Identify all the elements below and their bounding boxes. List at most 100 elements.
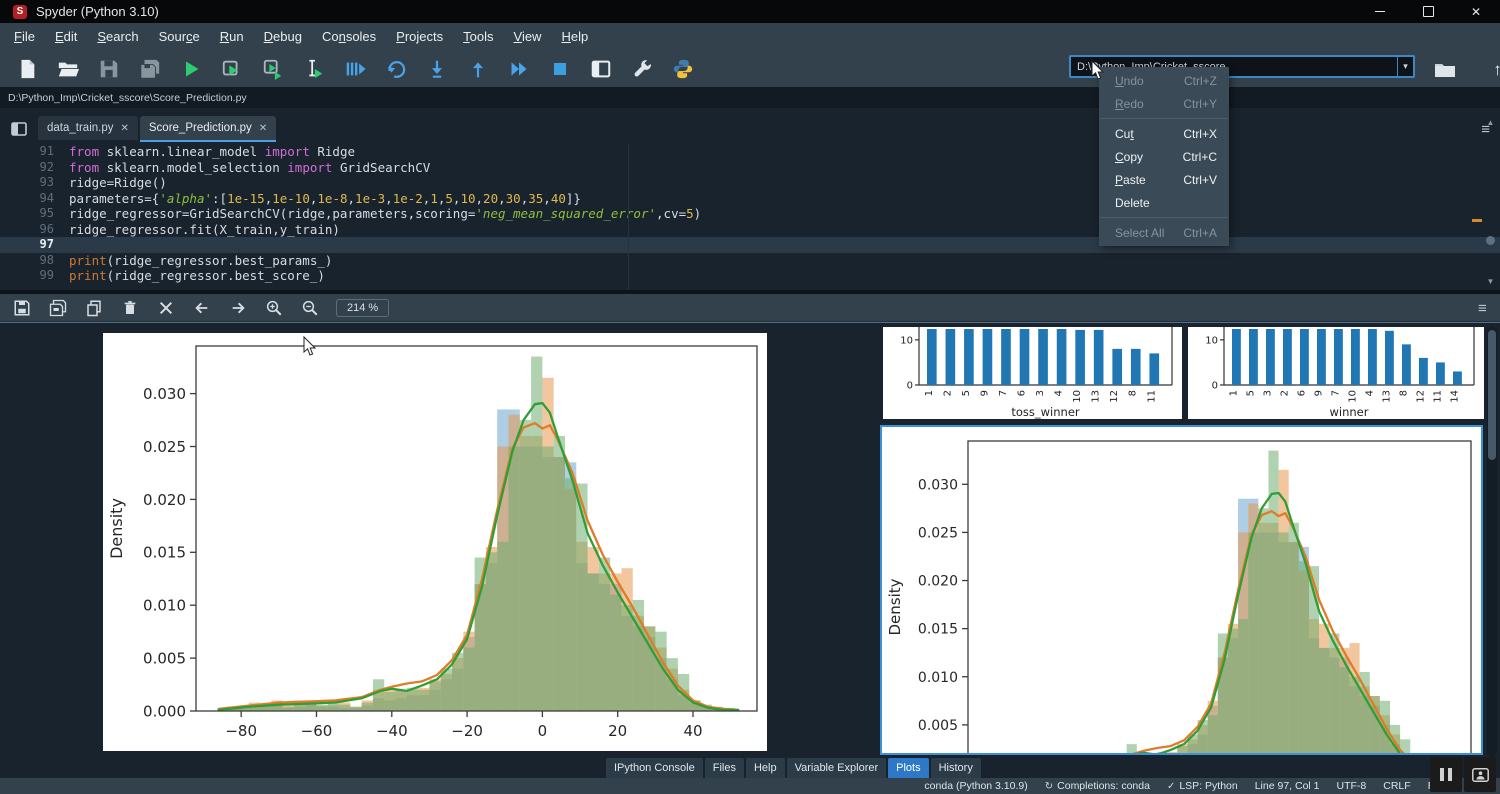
code-line-92[interactable]: 92from sklearn.model_selection import Gr…	[0, 160, 1500, 176]
status-line-97-col-1: Line 97, Col 1	[1255, 780, 1320, 792]
chevron-down-icon[interactable]: ▾	[1397, 57, 1413, 76]
menu-source[interactable]: Source	[149, 26, 210, 47]
step-out-button[interactable]	[461, 54, 494, 84]
scroll-up-icon[interactable]: ▲	[1484, 118, 1497, 127]
pane-tab-ipython-console[interactable]: IPython Console	[606, 758, 703, 778]
line-number: 92	[0, 160, 54, 176]
line-number: 98	[0, 253, 54, 269]
density-chart-svg: 0.0000.0050.0100.0150.0200.0250.030−80−6…	[882, 427, 1481, 755]
new-file-button[interactable]	[10, 54, 43, 84]
menu-projects[interactable]: Projects	[386, 26, 453, 47]
previous-plot-button[interactable]	[187, 296, 217, 320]
context-menu-item-paste[interactable]: PasteCtrl+V	[1099, 168, 1229, 191]
menu-item-shortcut: Ctrl+C	[1165, 150, 1217, 164]
code-editor[interactable]: 91from sklearn.linear_model import Ridge…	[0, 144, 1500, 290]
svg-text:6: 6	[1296, 390, 1307, 396]
next-plot-button[interactable]	[223, 296, 253, 320]
preferences-icon	[631, 58, 653, 80]
stop-debug-button[interactable]	[543, 54, 576, 84]
menu-search[interactable]: Search	[87, 26, 148, 47]
browse-working-directory-button[interactable]	[1428, 55, 1461, 85]
continue-execution-button[interactable]	[502, 54, 535, 84]
open-file-button[interactable]	[51, 54, 84, 84]
zoom-out-button[interactable]	[295, 296, 325, 320]
zoom-in-button[interactable]	[259, 296, 289, 320]
plot-thumbnail-toss-winner[interactable]: 01012597634101312811toss_winner	[883, 327, 1182, 419]
svg-text:9: 9	[979, 390, 990, 396]
tab-close-icon[interactable]: ✕	[121, 123, 129, 134]
code-line-98[interactable]: 98print(ridge_regressor.best_params_)	[0, 253, 1500, 269]
menu-run[interactable]: Run	[210, 26, 254, 47]
context-menu-item-copy[interactable]: CopyCtrl+C	[1099, 145, 1229, 168]
run-selection-button[interactable]	[297, 54, 330, 84]
menu-help[interactable]: Help	[551, 26, 598, 47]
code-line-96[interactable]: 96ridge_regressor.fit(X_train,y_train)	[0, 222, 1500, 238]
parent-directory-button[interactable]: ↑	[1481, 55, 1500, 85]
save-all-button[interactable]	[133, 54, 166, 84]
code-line-99[interactable]: 99print(ridge_regressor.best_score_)	[0, 268, 1500, 284]
menu-edit[interactable]: Edit	[45, 26, 87, 47]
plot-thumbnail-density-selected[interactable]: 0.0000.0050.0100.0150.0200.0250.030−80−6…	[880, 425, 1483, 755]
line-number: 95	[0, 206, 54, 222]
run-current-line-button[interactable]	[379, 54, 412, 84]
maximize-button[interactable]	[1404, 0, 1452, 23]
run-cell-button[interactable]	[215, 54, 248, 84]
svg-text:0.005: 0.005	[143, 650, 186, 668]
scroll-down-icon[interactable]: ▼	[1484, 277, 1497, 286]
plots-scrollbar[interactable]	[1487, 327, 1497, 757]
python-path-manager-button[interactable]	[666, 54, 699, 84]
code-line-93[interactable]: 93ridge=Ridge()	[0, 175, 1500, 191]
plots-scrollbar-thumb[interactable]	[1488, 330, 1496, 460]
save-all-plots-button[interactable]	[43, 296, 73, 320]
editor-scrollbar[interactable]: ▲ ▼	[1484, 118, 1497, 286]
status-utf-8: UTF-8	[1337, 780, 1367, 792]
tab-close-icon[interactable]: ✕	[259, 123, 267, 134]
code-line-91[interactable]: 91from sklearn.linear_model import Ridge	[0, 144, 1500, 160]
editor-tab-Score_Prediction-py[interactable]: Score_Prediction.py✕	[140, 116, 276, 142]
run-file-icon	[181, 59, 201, 79]
remove-plot-button[interactable]	[115, 296, 145, 320]
run-file-button[interactable]	[174, 54, 207, 84]
line-number: 96	[0, 222, 54, 238]
run-cell-advance-button[interactable]	[256, 54, 289, 84]
svg-text:0.005: 0.005	[918, 718, 958, 734]
editor-scrollbar-thumb[interactable]	[1486, 236, 1495, 245]
minimize-button[interactable]	[1356, 0, 1404, 23]
code-line-94[interactable]: 94parameters={'alpha':[1e-15,1e-10,1e-8,…	[0, 191, 1500, 207]
menu-consoles[interactable]: Consoles	[312, 26, 386, 47]
title-bar: S Spyder (Python 3.10) ✕	[0, 0, 1500, 23]
pause-button[interactable]	[1430, 757, 1462, 792]
browse-tabs-button[interactable]	[8, 119, 30, 139]
pane-tab-variable-explorer[interactable]: Variable Explorer	[787, 758, 887, 778]
close-button[interactable]: ✕	[1452, 0, 1500, 23]
debug-file-button[interactable]	[338, 54, 371, 84]
context-menu-item-redo: RedoCtrl+Y	[1099, 92, 1229, 115]
menu-tools[interactable]: Tools	[453, 26, 503, 47]
main-plot-figure[interactable]: 0.0000.0050.0100.0150.0200.0250.030−80−6…	[103, 333, 767, 751]
step-into-button[interactable]	[420, 54, 453, 84]
code-line-97[interactable]: 97	[0, 237, 1500, 253]
menu-debug[interactable]: Debug	[254, 26, 312, 47]
plots-options-menu-icon[interactable]: ≡	[1478, 300, 1487, 317]
menu-file[interactable]: File	[4, 26, 45, 47]
picture-in-picture-button[interactable]	[1464, 757, 1496, 792]
pane-tab-history[interactable]: History	[931, 758, 981, 778]
plot-thumbnail-winner[interactable]: 0101532697104138121114winner	[1188, 327, 1484, 419]
pane-tab-help[interactable]: Help	[746, 758, 785, 778]
editor-tab-data_train-py[interactable]: data_train.py✕	[38, 116, 138, 140]
close-all-plots-button[interactable]	[151, 296, 181, 320]
copy-plot-button[interactable]	[79, 296, 109, 320]
context-menu-item-cut[interactable]: CutCtrl+X	[1099, 122, 1229, 145]
context-menu-item-delete[interactable]: Delete	[1099, 191, 1229, 214]
code-line-95[interactable]: 95ridge_regressor=GridSearchCV(ridge,par…	[0, 206, 1500, 222]
step-into-icon	[427, 58, 447, 80]
preferences-button[interactable]	[625, 54, 658, 84]
maximize-pane-button[interactable]	[584, 54, 617, 84]
toss-winner-chart-svg: 01012597634101312811toss_winner	[883, 327, 1182, 419]
save-all-plots-icon	[48, 299, 68, 317]
save-file-button[interactable]	[92, 54, 125, 84]
menu-view[interactable]: View	[504, 26, 552, 47]
pane-tab-files[interactable]: Files	[705, 758, 744, 778]
pane-tab-plots[interactable]: Plots	[888, 758, 928, 778]
save-plot-button[interactable]	[7, 296, 37, 320]
